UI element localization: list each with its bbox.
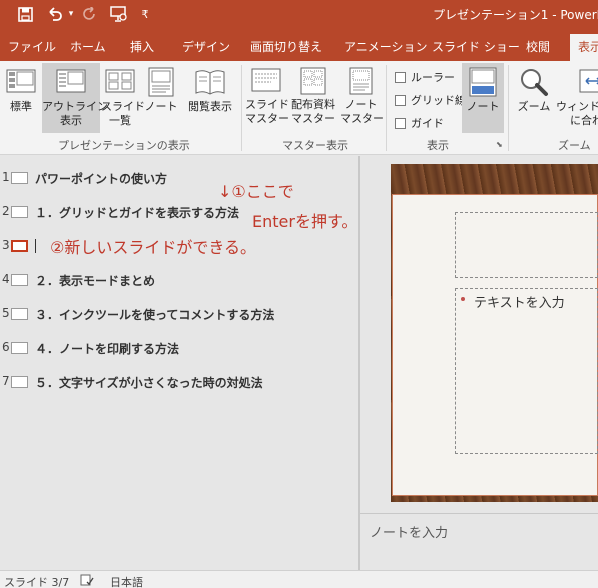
text-cursor — [35, 239, 36, 253]
ruler-checkbox[interactable]: ルーラー — [395, 69, 455, 85]
slide-icon[interactable] — [11, 274, 28, 286]
normal-view-icon — [6, 69, 36, 93]
slide-icon-current[interactable] — [11, 240, 28, 252]
slide-sorter-button[interactable]: スライド 一覧 — [101, 63, 145, 133]
handout-master-icon — [300, 67, 326, 95]
slide-icon[interactable] — [11, 172, 28, 184]
tab-home[interactable]: ホーム — [70, 38, 106, 55]
slide-counter: スライド 3/7 — [4, 576, 70, 588]
annotation-step1: ↓①ここで — [218, 182, 294, 201]
guides-checkbox[interactable]: ガイド — [395, 115, 444, 131]
ribbon-view: 標準 アウトライン 表示 スライド 一覧 ノート 閲覧表示 プレゼンテーションの… — [0, 61, 598, 155]
notes-toggle-icon — [469, 67, 497, 97]
undo-dropdown-icon[interactable]: ▾ — [66, 4, 76, 24]
tab-view[interactable]: 表示 — [570, 34, 598, 61]
outline-view-button[interactable]: アウトライン 表示 — [42, 63, 108, 133]
annotation-step1-enter: Enterを押す。 — [252, 212, 358, 231]
outline-row[interactable]: 5 ３．インクツールを使ってコメントする方法 — [0, 304, 358, 324]
notes-master-button[interactable]: ノート マスター — [340, 63, 384, 133]
outline-slide-title[interactable]: １．グリッドとガイドを表示する方法 — [35, 204, 239, 221]
slide-sorter-icon — [105, 69, 135, 93]
tab-file[interactable]: ファイル — [8, 38, 56, 55]
fit-to-window-button[interactable]: ウィンドウ に合わ — [556, 63, 598, 133]
tab-animations[interactable]: アニメーション — [344, 38, 428, 55]
ribbon-tabs: ファイル ホーム 挿入 デザイン 画面切り替え アニメーション スライド ショー… — [0, 30, 598, 61]
fit-to-window-icon — [579, 69, 598, 93]
slide-master-icon — [251, 68, 281, 92]
tab-transitions[interactable]: 画面切り替え — [250, 38, 322, 55]
slideshow-from-start-icon[interactable] — [108, 4, 130, 24]
group-separator — [386, 65, 387, 151]
tab-design[interactable]: デザイン — [182, 38, 230, 55]
reading-view-button[interactable]: 閲覧表示 — [184, 63, 236, 133]
tab-review[interactable]: 校閲 — [526, 38, 550, 55]
slide-icon[interactable] — [11, 308, 28, 320]
title-placeholder[interactable] — [455, 212, 598, 278]
customize-quick-access-icon[interactable]: ₹ — [138, 4, 152, 24]
tab-insert[interactable]: 挿入 — [130, 38, 154, 55]
document-title: プレゼンテーション1 - PowerPoint — [433, 8, 598, 22]
notes-pane[interactable]: ノートを入力 — [360, 513, 598, 570]
bullet-icon — [461, 297, 465, 301]
spellcheck-icon[interactable] — [80, 574, 94, 588]
outline-row[interactable]: 1 パワーポイントの使い方 — [0, 168, 358, 188]
title-bar: ▾ ₹ プレゼンテーション1 - PowerPoint — [0, 0, 598, 30]
undo-icon[interactable] — [44, 4, 66, 24]
dialog-launcher-icon[interactable]: ⬊ — [496, 140, 503, 149]
slide-icon[interactable] — [11, 342, 28, 354]
notes-master-icon — [349, 67, 373, 95]
status-bar: スライド 3/7 日本語 — [0, 570, 598, 588]
handout-master-button[interactable]: 配布資料 マスター — [288, 63, 338, 133]
notes-toggle-button[interactable]: ノート — [462, 63, 504, 133]
magnifier-icon — [521, 69, 548, 96]
body-placeholder-text[interactable]: テキストを入力 — [474, 292, 565, 311]
outline-slide-title[interactable]: ４．ノートを印刷する方法 — [35, 340, 179, 357]
ruler-checkbox-box[interactable] — [395, 71, 406, 83]
zoom-button[interactable]: ズーム — [514, 63, 554, 133]
annotation-step2: ②新しいスライドができる。 — [50, 238, 257, 257]
group-label-show: 表示 — [427, 139, 449, 152]
slide-icon[interactable] — [11, 376, 28, 388]
group-label-zoom: ズーム — [558, 139, 591, 152]
outline-pane[interactable]: 1 パワーポイントの使い方 2 １．グリッドとガイドを表示する方法 3 4 ２．… — [0, 156, 358, 570]
outline-row[interactable]: 7 ５．文字サイズが小さくなった時の対処法 — [0, 372, 358, 392]
notes-page-button[interactable]: ノート — [143, 63, 179, 133]
guides-checkbox-box[interactable] — [395, 117, 406, 129]
group-label-presentation-views: プレゼンテーションの表示 — [58, 139, 190, 152]
group-label-master-views: マスター表示 — [282, 139, 348, 152]
outline-row[interactable]: 6 ４．ノートを印刷する方法 — [0, 338, 358, 358]
group-separator — [508, 65, 509, 151]
body-placeholder[interactable] — [455, 288, 598, 454]
gridlines-checkbox[interactable]: グリッド線 — [395, 92, 466, 108]
language-indicator[interactable]: 日本語 — [110, 574, 143, 588]
normal-view-button[interactable]: 標準 — [2, 63, 40, 133]
save-icon[interactable] — [14, 4, 36, 24]
outline-slide-title[interactable]: パワーポイントの使い方 — [35, 170, 167, 187]
outline-slide-title[interactable]: ５．文字サイズが小さくなった時の対処法 — [35, 374, 263, 391]
slide-icon[interactable] — [11, 206, 28, 218]
redo-icon[interactable] — [80, 4, 100, 24]
notes-page-icon — [148, 67, 174, 97]
group-separator — [241, 65, 242, 151]
tab-slideshow[interactable]: スライド ショー — [432, 38, 520, 55]
notes-placeholder[interactable]: ノートを入力 — [370, 522, 448, 541]
slide-master-button[interactable]: スライド マスター — [245, 63, 289, 133]
outline-slide-title[interactable]: ２．表示モードまとめ — [35, 272, 155, 289]
gridlines-checkbox-box[interactable] — [395, 94, 406, 106]
outline-slide-title[interactable]: ３．インクツールを使ってコメントする方法 — [35, 306, 274, 323]
reading-view-icon — [195, 70, 225, 95]
outline-view-icon — [56, 69, 86, 93]
outline-row[interactable]: 4 ２．表示モードまとめ — [0, 270, 358, 290]
